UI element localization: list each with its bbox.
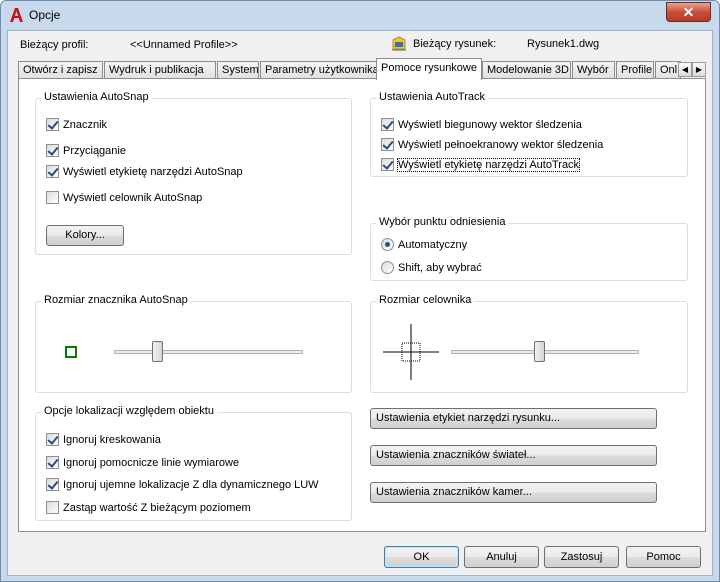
checkbox-box	[46, 478, 59, 491]
tab-user-preferences[interactable]: Parametry użytkownika	[260, 61, 379, 79]
close-button[interactable]: ✕	[666, 2, 711, 22]
tab-open-save[interactable]: Otwórz i zapisz	[18, 61, 103, 79]
tab-scroll-left-button[interactable]: ◀	[678, 62, 692, 77]
checkbox-label: Wyświetl etykietę narzędzi AutoTrack	[396, 157, 581, 172]
checkbox-box	[46, 433, 59, 446]
aperture-size-group: Rozmiar celownika	[370, 294, 688, 393]
arrow-left-icon: ◀	[681, 65, 689, 74]
current-drawing-label: Bieżący rysunek:	[413, 38, 497, 50]
current-drawing-value: Rysunek1.dwg	[527, 38, 600, 50]
alignment-acquisition-title: Wybór punktu odniesienia	[376, 216, 509, 228]
autosnap-marker-checkbox[interactable]: Znacznik	[46, 118, 107, 131]
apply-button[interactable]: Zastosuj	[544, 546, 619, 568]
checkbox-box	[46, 118, 59, 131]
checkbox-label: Wyświetl biegunowy wektor śledzenia	[398, 118, 582, 131]
checkbox-label: Ignoruj ujemne lokalizacje Z dla dynamic…	[63, 478, 319, 491]
ignore-negative-z-checkbox[interactable]: Ignoruj ujemne lokalizacje Z dla dynamic…	[46, 478, 319, 491]
title-bar[interactable]: Opcje ✕	[1, 1, 719, 29]
cameras-glyph-settings-button[interactable]: Ustawienia znaczników kamer...	[370, 482, 657, 503]
alignment-acquisition-group: Wybór punktu odniesienia Automatyczny Sh…	[370, 216, 688, 281]
checkbox-box	[381, 158, 394, 171]
aperture-size-slider-thumb[interactable]	[534, 341, 546, 362]
tab-system[interactable]: System	[217, 61, 259, 79]
checkbox-box	[46, 144, 59, 157]
colors-button[interactable]: Kolory...	[46, 225, 124, 246]
object-snap-options-group: Opcje lokalizacji względem obiektu Ignor…	[35, 405, 352, 521]
ignore-dimension-extension-checkbox[interactable]: Ignoruj pomocnicze linie wymiarowe	[46, 456, 239, 469]
autosnap-marker-size-title: Rozmiar znacznika AutoSnap	[41, 294, 191, 306]
checkbox-label: Zastąp wartość Z bieżącym poziomem	[63, 501, 251, 514]
marker-size-track[interactable]	[114, 350, 303, 354]
radio-circle	[381, 238, 394, 251]
close-icon: ✕	[682, 4, 695, 20]
radio-label: Automatyczny	[398, 238, 468, 251]
checkbox-label: Wyświetl etykietę narzędzi AutoSnap	[63, 165, 243, 178]
autosnap-tooltip-checkbox[interactable]: Wyświetl etykietę narzędzi AutoSnap	[46, 165, 243, 178]
drafting-tab-page: Ustawienia AutoSnap Znacznik Przyciągani…	[18, 78, 706, 532]
ok-button[interactable]: OK	[384, 546, 459, 568]
drafting-tooltip-settings-button[interactable]: Ustawienia etykiet narzędzi rysunku...	[370, 408, 657, 429]
autosnap-magnet-checkbox[interactable]: Przyciąganie	[46, 144, 126, 157]
replace-z-checkbox[interactable]: Zastąp wartość Z bieżącym poziomem	[46, 501, 251, 514]
autotrack-settings-title: Ustawienia AutoTrack	[376, 91, 488, 103]
checkbox-label: Wyświetl pełnoekranowy wektor śledzenia	[398, 138, 604, 151]
ignore-hatch-checkbox[interactable]: Ignoruj kreskowania	[46, 433, 161, 446]
tab-drafting[interactable]: Pomoce rysunkowe	[376, 58, 482, 80]
arrow-right-icon: ▶	[695, 65, 703, 74]
tab-scroll-right-button[interactable]: ▶	[692, 62, 706, 77]
checkbox-label: Ignoruj kreskowania	[63, 433, 161, 446]
tab-selection[interactable]: Wybór	[572, 61, 615, 79]
autocad-app-icon	[10, 8, 23, 22]
marker-preview-icon	[65, 346, 77, 358]
tab-profiles[interactable]: Profile	[616, 61, 654, 79]
checkbox-box	[381, 118, 394, 131]
autosnap-settings-title: Ustawienia AutoSnap	[41, 91, 152, 103]
fullscreen-tracking-vector-checkbox[interactable]: Wyświetl pełnoekranowy wektor śledzenia	[381, 138, 603, 151]
checkbox-label: Ignoruj pomocnicze linie wymiarowe	[63, 456, 240, 469]
cancel-button[interactable]: Anuluj	[464, 546, 539, 568]
acquire-automatic-radio[interactable]: Automatyczny	[381, 238, 467, 251]
checkbox-box	[46, 165, 59, 178]
autosnap-marker-size-group: Rozmiar znacznika AutoSnap	[35, 294, 352, 393]
current-profile-label: Bieżący profil:	[20, 39, 89, 51]
checkbox-box	[381, 138, 394, 151]
aperture-size-title: Rozmiar celownika	[376, 294, 475, 306]
options-dialog: Opcje ✕ Bieżący profil: <<Unnamed Profil…	[0, 0, 720, 582]
dialog-body: Bieżący profil: <<Unnamed Profile>> Bież…	[7, 30, 713, 576]
autotrack-tooltip-checkbox[interactable]: Wyświetl etykietę narzędzi AutoTrack	[381, 157, 581, 172]
aperture-crosshair-icon	[383, 324, 439, 380]
current-profile-value: <<Unnamed Profile>>	[130, 39, 238, 51]
radio-label: Shift, aby wybrać	[398, 261, 482, 274]
checkbox-label: Wyświetl celownik AutoSnap	[63, 191, 203, 204]
lights-glyph-settings-button[interactable]: Ustawienia znaczników świateł...	[370, 445, 657, 466]
checkbox-box	[46, 456, 59, 469]
acquire-shift-radio[interactable]: Shift, aby wybrać	[381, 261, 482, 274]
object-snap-options-title: Opcje lokalizacji względem obiektu	[41, 405, 217, 417]
autosnap-settings-group: Ustawienia AutoSnap Znacznik Przyciągani…	[35, 91, 352, 255]
checkbox-label: Znacznik	[63, 118, 108, 131]
radio-circle	[381, 261, 394, 274]
marker-size-slider-thumb[interactable]	[152, 341, 164, 362]
autotrack-settings-group: Ustawienia AutoTrack Wyświetl biegunowy …	[370, 91, 688, 177]
checkbox-box	[46, 191, 59, 204]
checkbox-label: Przyciąganie	[63, 144, 126, 157]
help-button[interactable]: Pomoc	[626, 546, 701, 568]
checkbox-box	[46, 501, 59, 514]
drawing-file-icon	[392, 36, 406, 51]
window-title: Opcje	[29, 8, 61, 22]
tab-plot-publish[interactable]: Wydruk i publikacja	[104, 61, 216, 79]
autosnap-aperture-checkbox[interactable]: Wyświetl celownik AutoSnap	[46, 191, 202, 204]
polar-tracking-vector-checkbox[interactable]: Wyświetl biegunowy wektor śledzenia	[381, 118, 582, 131]
tab-3d-modeling[interactable]: Modelowanie 3D	[482, 61, 571, 79]
